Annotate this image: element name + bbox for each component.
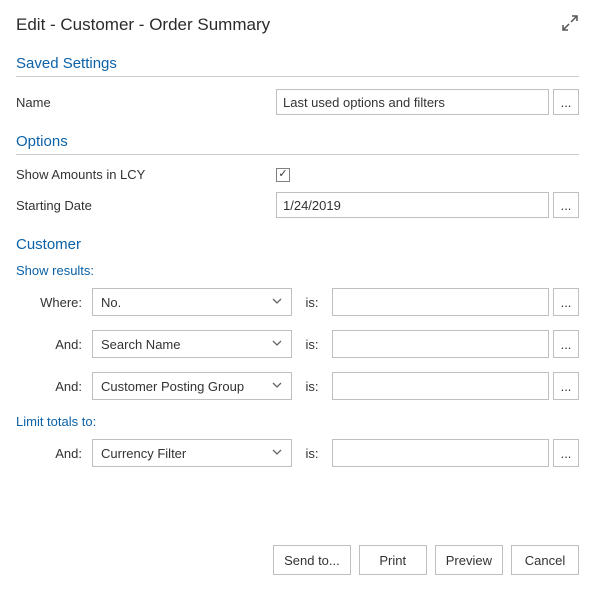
customer-heading: Customer <box>16 236 579 257</box>
value-lookup-2[interactable]: ... <box>553 372 579 400</box>
limit-field-select-0-value: Currency Filter <box>101 446 186 461</box>
print-button[interactable]: Print <box>359 545 427 575</box>
options-heading: Options <box>16 133 579 155</box>
field-select-1-value: Search Name <box>101 337 180 352</box>
is-label-0: is: <box>292 295 332 310</box>
value-input-0[interactable] <box>332 288 549 316</box>
and-label-1: And: <box>16 337 92 352</box>
field-select-2-value: Customer Posting Group <box>101 379 244 394</box>
starting-date-label: Starting Date <box>16 198 276 213</box>
is-label-1: is: <box>292 337 332 352</box>
chevron-down-icon <box>271 337 283 352</box>
field-select-0-value: No. <box>101 295 121 310</box>
starting-date-input[interactable] <box>276 192 549 218</box>
and-label-limit-0: And: <box>16 446 92 461</box>
where-label: Where: <box>16 295 92 310</box>
is-label-2: is: <box>292 379 332 394</box>
expand-icon[interactable] <box>561 14 579 35</box>
field-select-0[interactable]: No. <box>92 288 292 316</box>
value-input-2[interactable] <box>332 372 549 400</box>
chevron-down-icon <box>271 379 283 394</box>
value-input-1[interactable] <box>332 330 549 358</box>
chevron-down-icon <box>271 446 283 461</box>
chevron-down-icon <box>271 295 283 310</box>
name-lookup-button[interactable]: ... <box>553 89 579 115</box>
lcy-label: Show Amounts in LCY <box>16 167 276 182</box>
field-select-1[interactable]: Search Name <box>92 330 292 358</box>
limit-totals-label: Limit totals to: <box>16 414 579 429</box>
and-label-2: And: <box>16 379 92 394</box>
show-results-label: Show results: <box>16 263 579 278</box>
name-input[interactable] <box>276 89 549 115</box>
limit-field-select-0[interactable]: Currency Filter <box>92 439 292 467</box>
field-select-2[interactable]: Customer Posting Group <box>92 372 292 400</box>
name-label: Name <box>16 95 276 110</box>
page-title: Edit - Customer - Order Summary <box>16 15 270 35</box>
value-lookup-1[interactable]: ... <box>553 330 579 358</box>
value-lookup-0[interactable]: ... <box>553 288 579 316</box>
starting-date-lookup-button[interactable]: ... <box>553 192 579 218</box>
preview-button[interactable]: Preview <box>435 545 503 575</box>
is-label-limit-0: is: <box>292 446 332 461</box>
send-to-button[interactable]: Send to... <box>273 545 351 575</box>
saved-settings-heading: Saved Settings <box>16 55 579 77</box>
cancel-button[interactable]: Cancel <box>511 545 579 575</box>
limit-value-lookup-0[interactable]: ... <box>553 439 579 467</box>
limit-value-input-0[interactable] <box>332 439 549 467</box>
lcy-checkbox[interactable] <box>276 168 290 182</box>
